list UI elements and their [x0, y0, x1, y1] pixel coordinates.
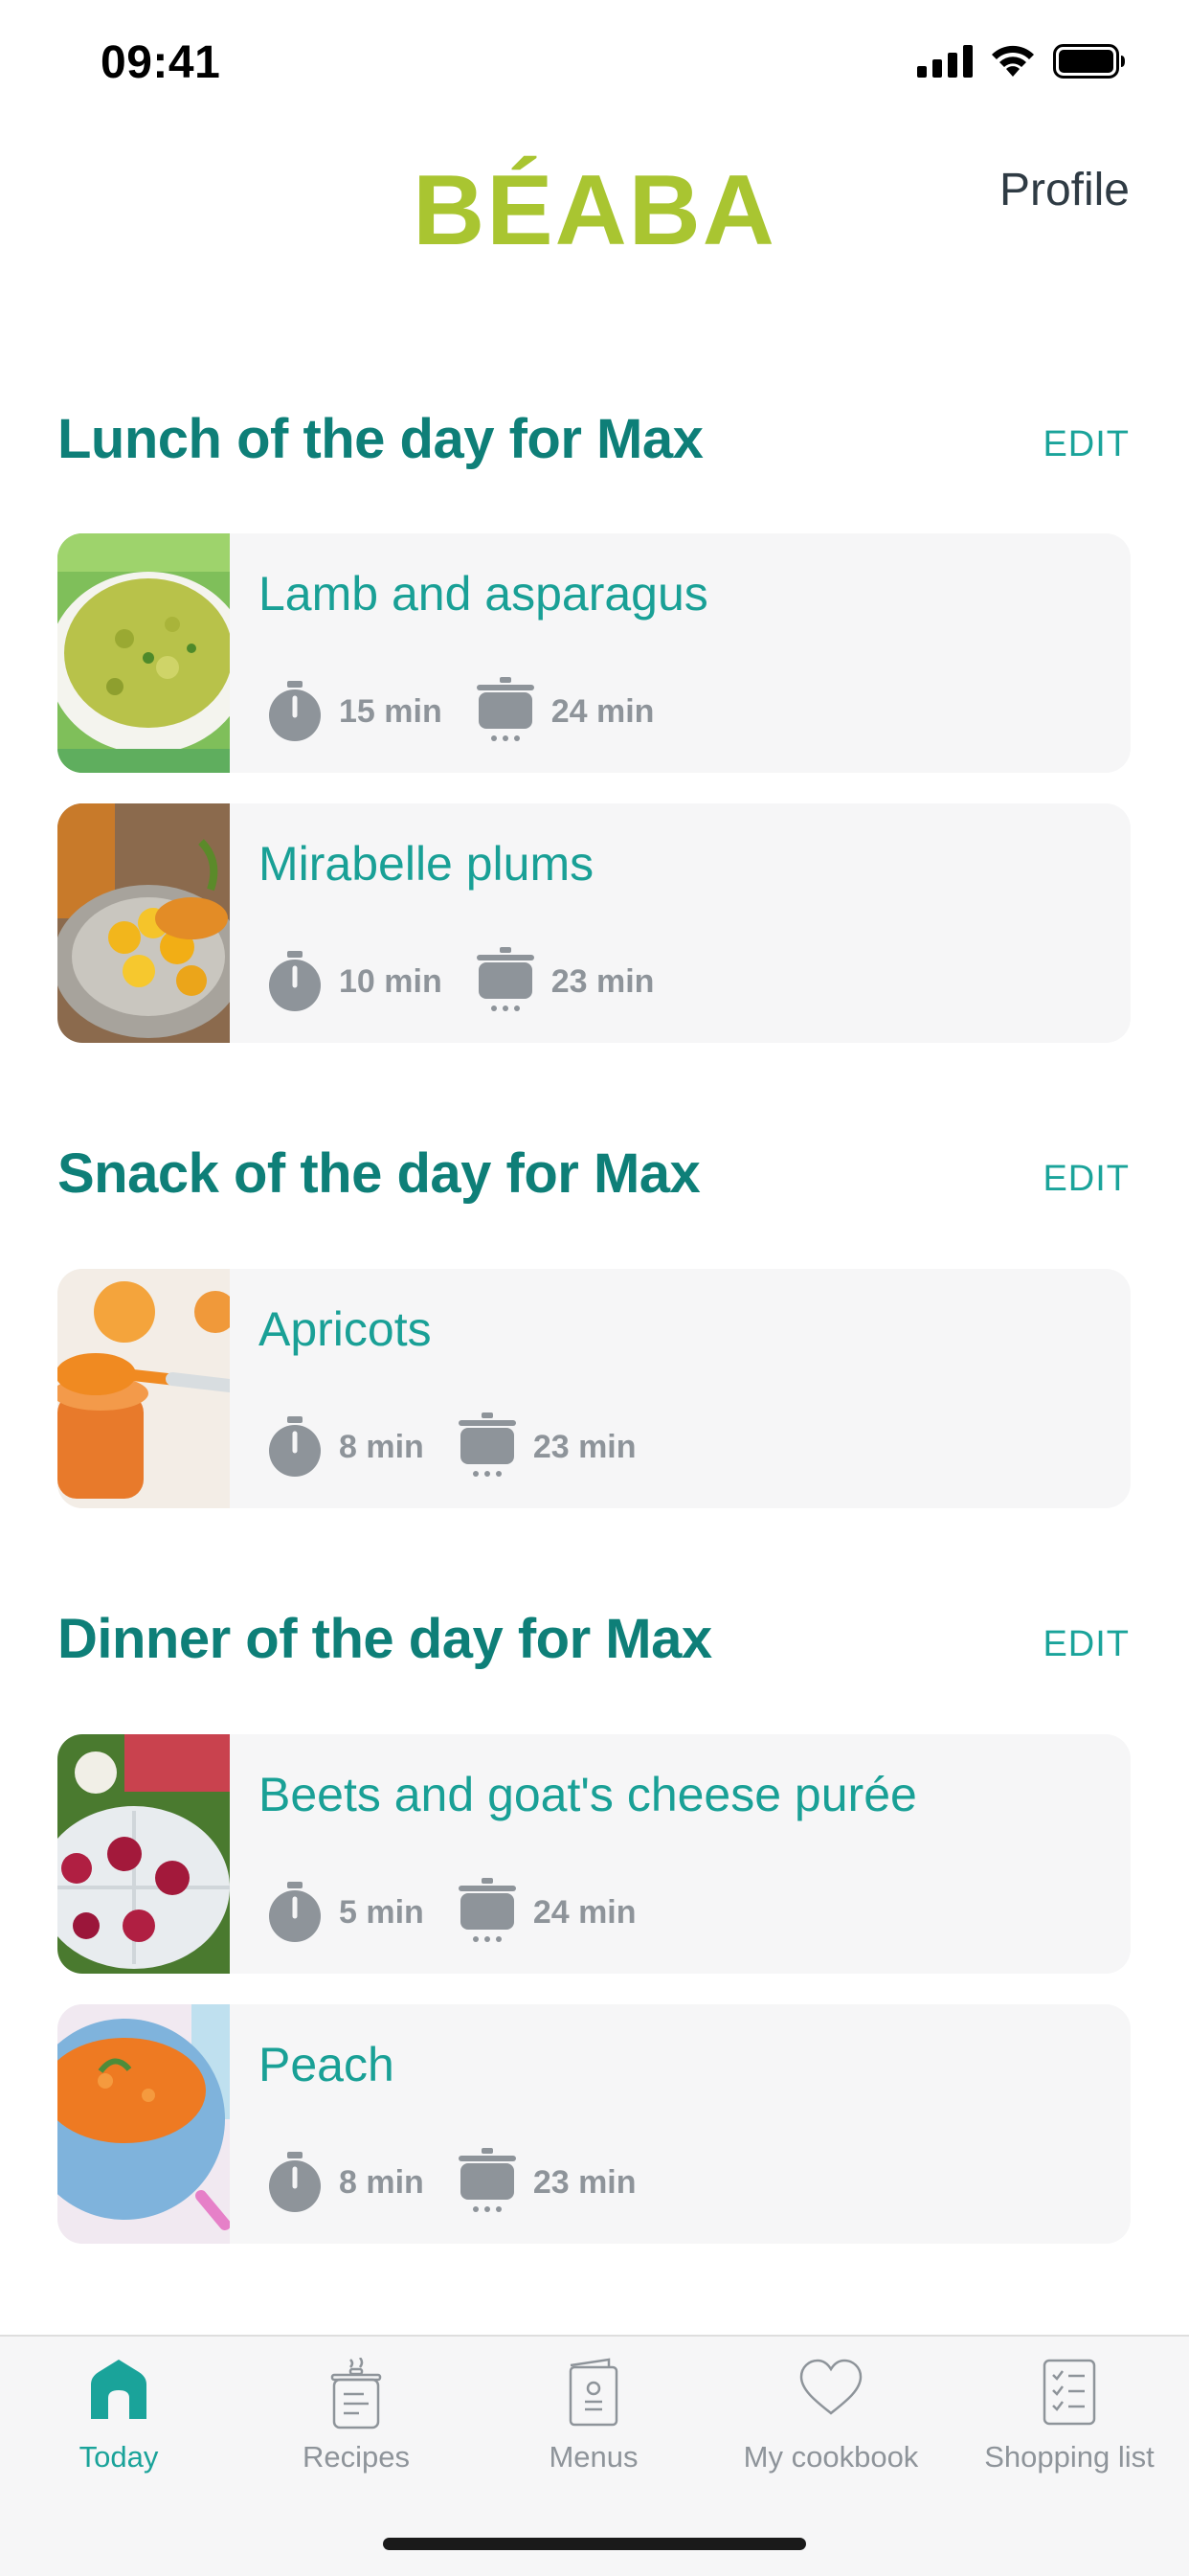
cook-time-label: 23 min	[550, 962, 655, 1000]
prep-time-label: 15 min	[339, 692, 442, 730]
status-bar: 09:41	[0, 0, 1189, 129]
checklist-icon	[1043, 2359, 1096, 2426]
cook-time: 23 min	[457, 1412, 637, 1481]
recipe-thumbnail	[57, 2004, 230, 2244]
status-icons	[917, 44, 1126, 79]
prep-time-label: 5 min	[339, 1893, 424, 1931]
prep-time-label: 8 min	[339, 2163, 424, 2201]
recipe-card[interactable]: Mirabelle plums 10 min 23 min	[57, 803, 1131, 1043]
timer-icon	[269, 951, 321, 1011]
steamer-pot-icon	[476, 677, 534, 741]
tab-my-cookbook[interactable]: My cookbook	[712, 2337, 950, 2490]
recipe-meta: 10 min 23 min	[266, 947, 686, 1016]
app-header: BÉABA Profile	[0, 129, 1189, 263]
steamer-pot-icon	[458, 1878, 516, 1942]
timer-icon	[269, 1882, 321, 1942]
steamer-pot-icon	[458, 1412, 516, 1477]
recipe-card[interactable]: Apricots 8 min 23 min	[57, 1269, 1131, 1508]
timer-icon	[269, 2152, 321, 2212]
timer-icon	[269, 681, 321, 741]
section-title-lunch: Lunch of the day for Max	[57, 408, 704, 470]
recipe-thumbnail	[57, 533, 230, 773]
beaba-logo: BÉABA	[413, 155, 776, 252]
recipe-thumbnail	[57, 1269, 230, 1508]
cook-time: 24 min	[475, 677, 655, 746]
status-time: 09:41	[101, 37, 221, 88]
section-title-snack: Snack of the day for Max	[57, 1142, 701, 1205]
tab-label: Shopping list	[984, 2440, 1155, 2474]
recipe-meta: 8 min 23 min	[266, 2148, 669, 2217]
recipe-thumbnail	[57, 803, 230, 1043]
section-title-dinner: Dinner of the day for Max	[57, 1608, 712, 1670]
edit-lunch-button[interactable]: EDIT	[1043, 424, 1130, 465]
tab-label: Menus	[549, 2440, 639, 2474]
recipe-meta: 8 min 23 min	[266, 1412, 669, 1481]
prep-time: 5 min	[266, 1882, 424, 1943]
recipe-pot-icon	[330, 2358, 382, 2429]
prep-time-label: 10 min	[339, 962, 442, 1000]
recipe-card[interactable]: Beets and goat's cheese purée 5 min 24 m…	[57, 1734, 1131, 1974]
prep-time: 10 min	[266, 951, 442, 1012]
cook-time-label: 23 min	[532, 1428, 637, 1465]
svg-text:BÉABA: BÉABA	[413, 155, 776, 252]
tab-recipes[interactable]: Recipes	[237, 2337, 475, 2490]
steamer-pot-icon	[458, 2148, 516, 2212]
prep-time: 15 min	[266, 681, 442, 742]
menu-card-icon	[569, 2358, 618, 2427]
edit-dinner-button[interactable]: EDIT	[1043, 1624, 1130, 1665]
cook-time: 23 min	[475, 947, 655, 1016]
recipe-meta: 15 min 24 min	[266, 677, 686, 746]
recipe-thumbnail	[57, 1734, 230, 1974]
tab-shopping-list[interactable]: Shopping list	[950, 2337, 1189, 2490]
home-indicator[interactable]	[383, 2538, 806, 2550]
wifi-icon	[992, 45, 1034, 77]
prep-time: 8 min	[266, 2152, 424, 2213]
edit-snack-button[interactable]: EDIT	[1043, 1159, 1130, 1200]
signal-icon	[917, 45, 973, 78]
prep-time-label: 8 min	[339, 1428, 424, 1465]
home-icon	[91, 2360, 146, 2419]
recipe-title: Beets and goat's cheese purée	[258, 1768, 917, 1821]
recipe-title: Apricots	[258, 1302, 432, 1356]
timer-icon	[269, 1416, 321, 1477]
cook-time-label: 24 min	[532, 1893, 637, 1931]
tab-label: Recipes	[303, 2440, 410, 2474]
tab-label: Today	[79, 2440, 159, 2474]
cook-time-label: 23 min	[532, 2163, 637, 2201]
tab-menus[interactable]: Menus	[475, 2337, 712, 2490]
heart-icon	[799, 2359, 863, 2415]
battery-icon	[1053, 44, 1125, 79]
recipe-title: Mirabelle plums	[258, 837, 594, 891]
tab-today[interactable]: Today	[0, 2337, 237, 2490]
recipe-card[interactable]: Lamb and asparagus 15 min 24 min	[57, 533, 1131, 773]
steamer-pot-icon	[476, 947, 534, 1011]
prep-time: 8 min	[266, 1416, 424, 1478]
profile-link[interactable]: Profile	[999, 164, 1130, 216]
cook-time: 24 min	[457, 1878, 637, 1947]
recipe-title: Peach	[258, 2038, 394, 2091]
tab-label: My cookbook	[743, 2440, 919, 2474]
recipe-meta: 5 min 24 min	[266, 1878, 669, 1947]
recipe-title: Lamb and asparagus	[258, 567, 708, 621]
recipe-card[interactable]: Peach 8 min 23 min	[57, 2004, 1131, 2244]
cook-time-label: 24 min	[550, 692, 655, 730]
cook-time: 23 min	[457, 2148, 637, 2217]
